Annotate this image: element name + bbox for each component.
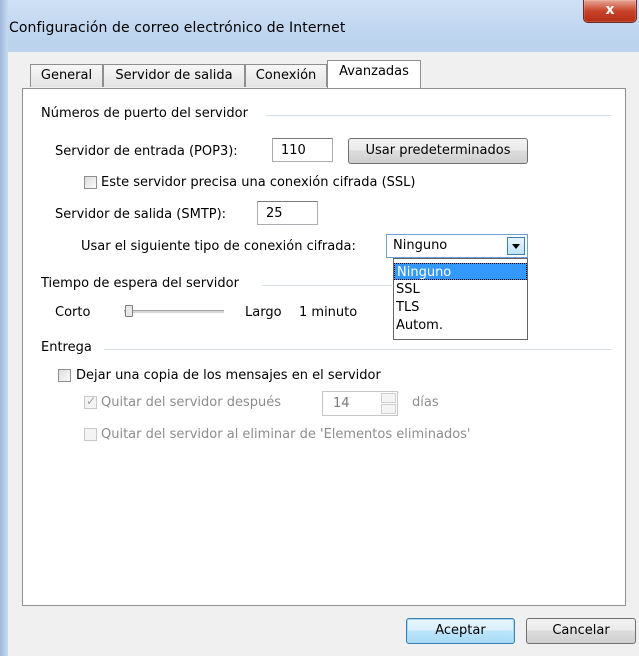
window-left-border (0, 0, 8, 656)
dropdown-option-ssl[interactable]: SSL (394, 281, 527, 298)
close-button[interactable]: x (583, 0, 637, 23)
leave-copy-label: Dejar una copia de los mensajes en el se… (76, 368, 381, 383)
encryption-dropdown-list: Ninguno SSL TLS Autom. (393, 258, 528, 340)
delivery-group-line (104, 349, 611, 350)
timeout-group-line (262, 285, 392, 286)
timeout-short-label: Corto (55, 305, 91, 320)
encryption-selected-value: Ninguno (393, 238, 448, 253)
timeout-group-title: Tiempo de espera del servidor (41, 276, 239, 291)
use-defaults-button[interactable]: Usar predeterminados (348, 138, 528, 164)
tab-connection[interactable]: Conexión (245, 64, 327, 87)
incoming-port-input[interactable]: 110 (272, 138, 333, 162)
close-icon: x (605, 2, 615, 18)
outgoing-port-label: Servidor de salida (SMTP): (55, 207, 227, 222)
chevron-down-icon[interactable] (507, 237, 525, 255)
dropdown-option-ninguno[interactable]: Ninguno (394, 263, 527, 280)
incoming-port-label: Servidor de entrada (POP3): (55, 144, 238, 159)
outgoing-port-input[interactable]: 25 (257, 201, 318, 225)
days-value: 14 (333, 396, 350, 411)
tab-general[interactable]: General (30, 64, 103, 87)
days-spinner[interactable]: 14 (322, 391, 398, 416)
spinner-buttons[interactable] (381, 393, 396, 414)
timeout-slider-thumb[interactable] (125, 305, 133, 317)
days-unit-label: días (412, 395, 439, 410)
ports-group-line (266, 115, 611, 116)
timeout-slider-track[interactable] (124, 310, 224, 313)
tab-outgoing-server[interactable]: Servidor de salida (103, 64, 245, 87)
encryption-type-select[interactable]: Ninguno (386, 234, 528, 258)
ok-button[interactable]: Aceptar (406, 618, 515, 644)
tab-advanced[interactable]: Avanzadas (327, 60, 421, 88)
dropdown-option-tls[interactable]: TLS (394, 299, 527, 316)
ports-group-title: Números de puerto del servidor (41, 106, 248, 121)
remove-deleted-label: Quitar del servidor al eliminar de 'Elem… (101, 427, 471, 442)
window-title: Configuración de correo electrónico de I… (9, 20, 346, 36)
ssl-checkbox-label: Este servidor precisa una conexión cifra… (101, 175, 416, 190)
checkmark-icon: ✓ (86, 394, 97, 408)
spinner-up-icon[interactable] (381, 393, 396, 403)
dropdown-option-auto[interactable]: Autom. (394, 317, 527, 334)
timeout-long-label: Largo (245, 305, 282, 320)
ssl-checkbox[interactable] (84, 176, 97, 189)
encryption-type-label: Usar el siguiente tipo de conexión cifra… (81, 239, 356, 254)
remove-deleted-checkbox[interactable] (84, 428, 97, 441)
dialog-window: Configuración de correo electrónico de I… (0, 0, 639, 656)
timeout-value-label: 1 minuto (299, 305, 358, 320)
leave-copy-checkbox[interactable] (58, 369, 71, 382)
delivery-group-title: Entrega (41, 340, 92, 355)
spinner-down-icon[interactable] (381, 404, 396, 414)
remove-after-checkbox[interactable]: ✓ (84, 394, 97, 409)
title-bar[interactable]: Configuración de correo electrónico de I… (0, 0, 639, 52)
advanced-panel (22, 88, 626, 606)
remove-after-label: Quitar del servidor después (101, 395, 282, 410)
cancel-button[interactable]: Cancelar (526, 618, 636, 644)
